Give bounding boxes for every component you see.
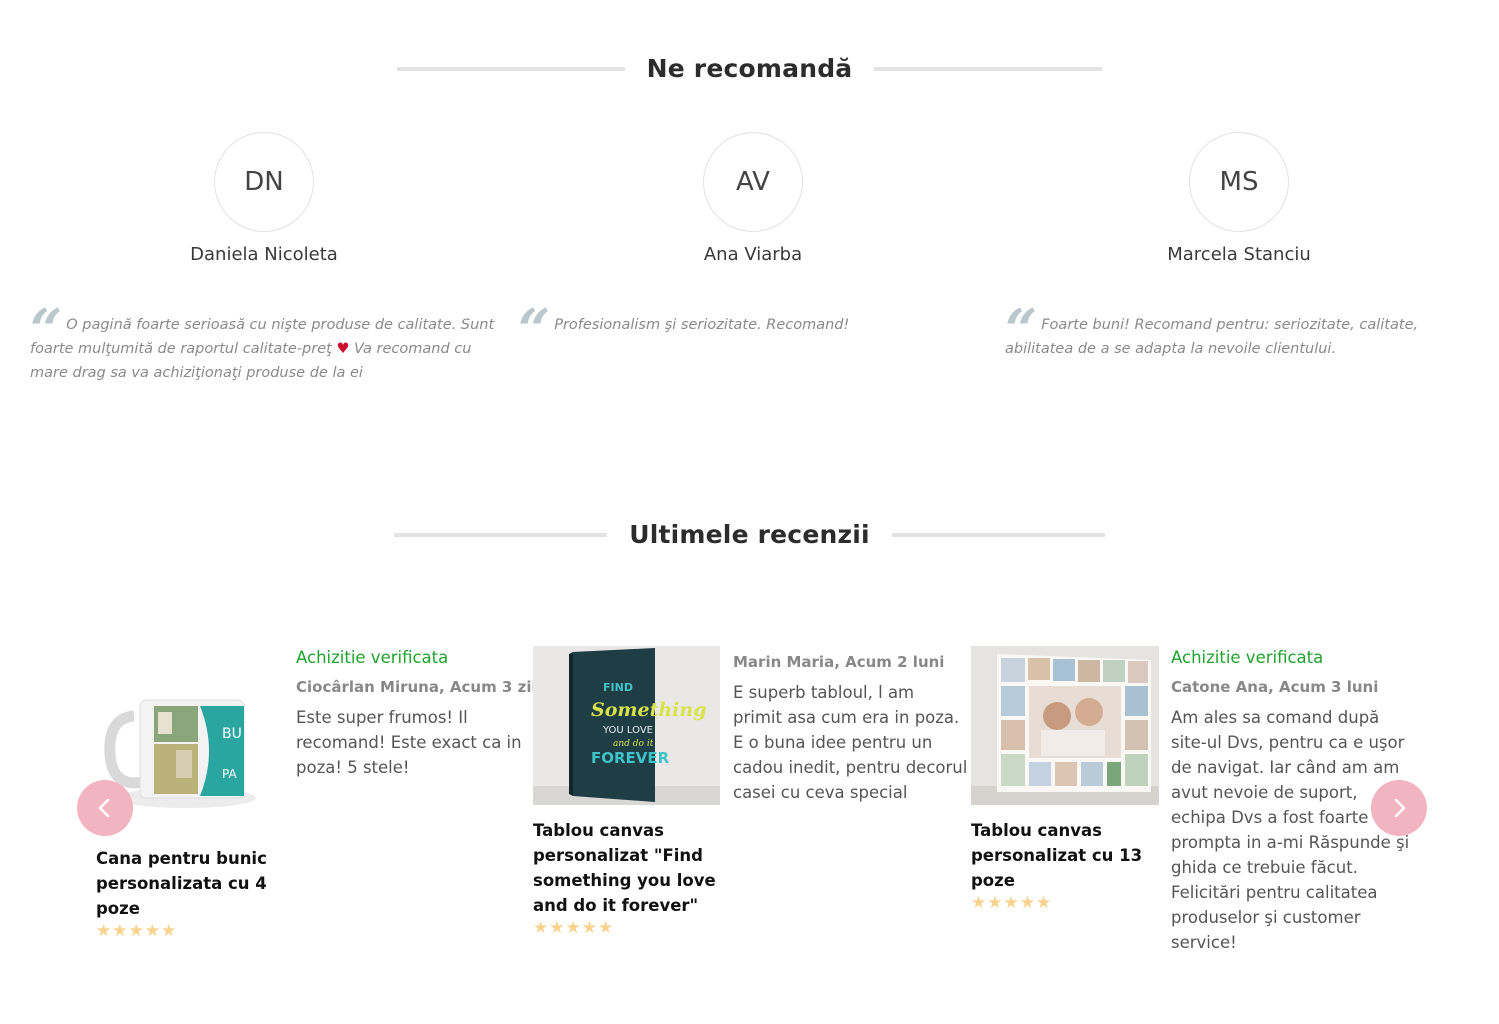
review-text: E superb tabloul, l am primit asa cum er… — [733, 683, 968, 802]
rating-stars: ★★★★★ — [971, 893, 1053, 912]
reviews-section-header: Ultimele recenzii — [0, 520, 1499, 549]
review-author: Ciocârlan Miruna, Acum 3 zile — [296, 678, 547, 696]
recommend-title: Ne recomandă — [646, 54, 853, 83]
quote-icon: “ — [1005, 297, 1038, 363]
carousel-prev-button[interactable] — [77, 780, 133, 836]
title-divider-right — [874, 66, 1103, 71]
testimonial-quote: “Foarte buni! Recomand pentru: seriozita… — [1005, 297, 1419, 363]
heart-icon: ♥ — [336, 341, 350, 357]
product-image-collage[interactable] — [971, 646, 1159, 805]
testimonial-author: Daniela Nicoleta — [190, 244, 338, 265]
carousel-next-button[interactable] — [1371, 780, 1427, 836]
verified-badge: Achizitie verificata — [296, 648, 449, 667]
review-text: Este super frumos! Il recomand! Este exa… — [296, 708, 522, 777]
review-text: Am ales sa comand după site-ul Dvs, pent… — [1171, 708, 1410, 952]
rating-stars: ★★★★★ — [533, 918, 615, 937]
review-author: Catone Ana, Acum 3 luni — [1171, 678, 1379, 696]
chevron-left-icon — [98, 798, 110, 818]
rating-stars: ★★★★★ — [96, 921, 178, 940]
testimonial-quote: “Profesionalism şi seriozitate. Recomand… — [518, 297, 850, 363]
avatar: DN — [214, 132, 314, 232]
review-author: Marin Maria, Acum 2 luni — [733, 653, 945, 671]
quote-icon: “ — [30, 297, 63, 363]
svg-text:and do it: and do it — [613, 739, 654, 749]
product-title[interactable]: Tablou canvas personalizat cu 13 poze — [971, 818, 1161, 893]
svg-text:YOU LOVE: YOU LOVE — [602, 725, 653, 736]
title-divider-left — [394, 532, 608, 537]
testimonial-author: Ana Viarba — [703, 244, 803, 265]
testimonial-quote: “O pagină foarte serioasă cu nişte produ… — [30, 297, 495, 381]
testimonial-author: Marcela Stanciu — [1167, 244, 1311, 265]
title-divider-right — [891, 532, 1105, 537]
quote-icon: “ — [518, 297, 551, 363]
verified-badge: Achizitie verificata — [1171, 648, 1324, 667]
avatar: MS — [1189, 132, 1289, 232]
recommend-section-header: Ne recomandă — [0, 54, 1499, 83]
product-title[interactable]: Cana pentru bunic personalizata cu 4 poz… — [96, 846, 286, 921]
avatar: AV — [703, 132, 803, 232]
svg-text:BU: BU — [222, 726, 242, 742]
svg-text:FIND: FIND — [603, 681, 633, 694]
product-title[interactable]: Tablou canvas personalizat "Find somethi… — [533, 818, 723, 918]
product-image-canvas[interactable]: FIND Something YOU LOVE and do it FOREVE… — [533, 646, 720, 805]
reviews-title: Ultimele recenzii — [629, 520, 870, 549]
svg-text:FOREVER: FOREVER — [591, 749, 670, 767]
title-divider-left — [396, 66, 625, 71]
chevron-right-icon — [1394, 798, 1406, 818]
svg-text:PA: PA — [222, 767, 237, 781]
svg-text:Something: Something — [591, 699, 707, 721]
